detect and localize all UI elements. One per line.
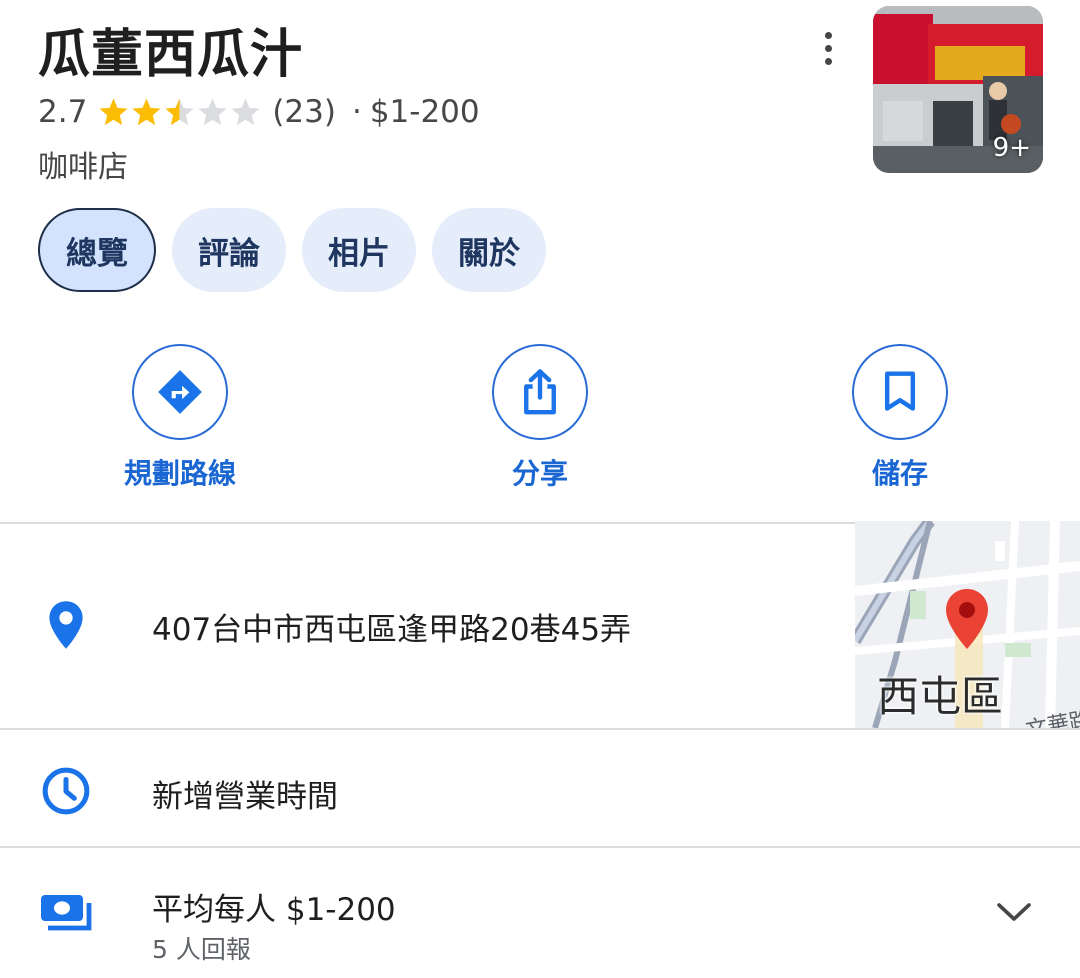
star-icon [132,97,161,125]
star-icon [165,97,194,125]
share-button[interactable]: 分享 [440,344,640,492]
divider [0,728,1080,730]
review-count[interactable]: (23) [272,94,336,130]
directions-button[interactable]: 規劃路線 [80,344,280,492]
place-sheet: 瓜董西瓜汁 2.7 (23) · $1-200 咖啡店 9+ 總覽 評論 相片 … [0,0,1080,978]
price-range: $1-200 [369,94,480,130]
tab-photos[interactable]: 相片 [302,208,416,292]
map-pin-icon [946,589,988,649]
location-pin-icon [44,598,88,652]
star-icon [99,97,128,125]
minimap[interactable]: 西屯區 文華路 [855,521,1080,728]
star-icon [198,97,227,125]
share-label: 分享 [511,457,568,490]
expand-price-button[interactable] [994,900,1034,928]
place-category: 咖啡店 [38,150,128,185]
divider [0,846,1080,848]
tab-reviews[interactable]: 評論 [172,208,286,292]
directions-icon [158,370,202,414]
chevron-down-icon [997,903,1031,921]
rating-stars [97,96,262,129]
add-hours-link[interactable]: 新增營業時間 [152,771,338,816]
clock-icon [40,765,92,817]
separator-dot: · [351,94,362,130]
money-icon [38,890,94,936]
minimap-district-label: 西屯區 [877,672,1004,721]
place-photo-thumbnail[interactable]: 9+ [873,6,1043,173]
average-price-text: 平均每人 $1-200 [152,892,396,928]
bookmark-icon [884,371,916,411]
save-label: 儲存 [871,457,928,490]
tab-bar: 總覽 評論 相片 關於 [38,208,546,292]
more-photos-count: 9+ [992,133,1031,163]
directions-label: 規劃路線 [123,457,236,490]
tab-overview[interactable]: 總覽 [38,208,156,292]
save-button[interactable]: 儲存 [800,344,1000,492]
share-icon [524,369,556,415]
more-vert-icon [824,31,832,39]
price-reports-text: 5 人回報 [152,935,251,964]
address-text[interactable]: 407台中市西屯區逢甲路20巷45弄 [152,604,631,649]
tab-about[interactable]: 關於 [432,208,546,292]
rating-value: 2.7 [38,94,88,130]
place-title: 瓜董西瓜汁 [38,25,304,85]
more-options-button[interactable] [808,26,848,70]
star-icon [231,97,260,125]
rating-row[interactable]: 2.7 (23) · $1-200 [38,94,480,130]
